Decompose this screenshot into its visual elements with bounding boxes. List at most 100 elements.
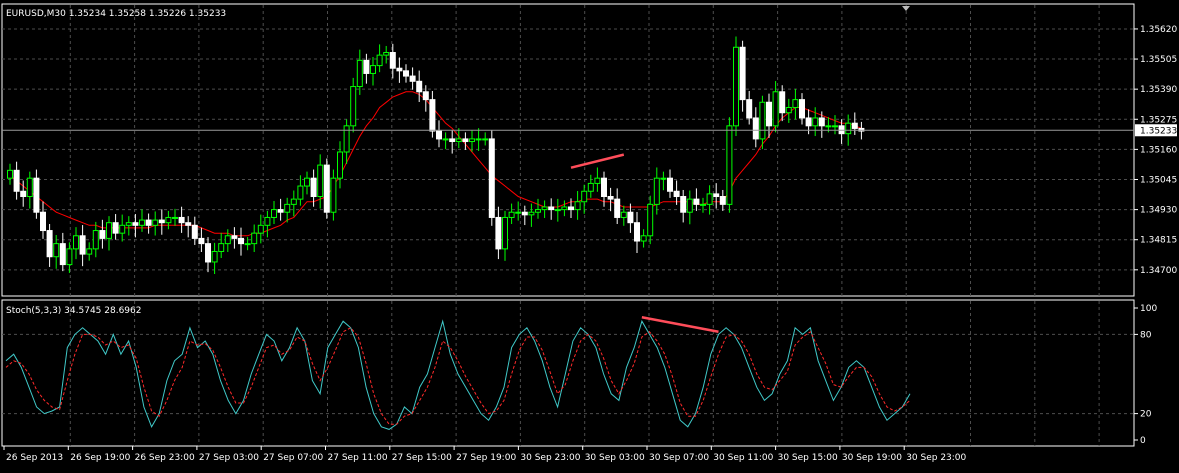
- bull-candle[interactable]: [554, 209, 561, 212]
- bear-candle[interactable]: [185, 222, 192, 226]
- bull-candle[interactable]: [733, 46, 739, 127]
- bear-candle[interactable]: [799, 99, 805, 119]
- bull-candle[interactable]: [26, 177, 33, 198]
- bull-candle[interactable]: [482, 138, 489, 141]
- bear-candle[interactable]: [713, 193, 720, 198]
- bear-candle[interactable]: [46, 230, 53, 258]
- bear-candle[interactable]: [818, 117, 825, 127]
- bull-candle[interactable]: [119, 224, 126, 234]
- bear-candle[interactable]: [495, 216, 502, 250]
- bull-candle[interactable]: [535, 209, 541, 213]
- bull-candle[interactable]: [297, 185, 304, 200]
- bear-candle[interactable]: [191, 224, 198, 239]
- bull-candle[interactable]: [337, 151, 343, 179]
- bull-candle[interactable]: [502, 216, 508, 250]
- bull-candle[interactable]: [620, 211, 627, 218]
- bull-candle[interactable]: [574, 201, 581, 211]
- bull-candle[interactable]: [284, 203, 291, 213]
- bear-candle[interactable]: [779, 91, 786, 114]
- bull-candle[interactable]: [257, 224, 264, 234]
- bear-candle[interactable]: [205, 243, 211, 263]
- bear-candle[interactable]: [198, 237, 205, 245]
- bear-candle[interactable]: [389, 52, 396, 69]
- bull-candle[interactable]: [594, 177, 601, 184]
- bear-candle[interactable]: [667, 177, 673, 192]
- bear-candle[interactable]: [20, 190, 27, 198]
- bear-candle[interactable]: [132, 222, 139, 226]
- bull-candle[interactable]: [92, 230, 99, 250]
- bear-candle[interactable]: [33, 177, 40, 213]
- bull-candle[interactable]: [271, 209, 277, 218]
- bull-candle[interactable]: [528, 211, 535, 216]
- bull-candle[interactable]: [660, 177, 667, 180]
- bear-candle[interactable]: [145, 219, 152, 226]
- bull-candle[interactable]: [343, 125, 350, 153]
- bull-candle[interactable]: [640, 235, 647, 242]
- bull-candle[interactable]: [350, 86, 357, 127]
- bull-candle[interactable]: [356, 59, 363, 88]
- bull-candle[interactable]: [317, 164, 324, 198]
- bull-candle[interactable]: [330, 177, 337, 213]
- bull-candle[interactable]: [700, 203, 706, 206]
- bull-candle[interactable]: [165, 216, 172, 224]
- bull-candle[interactable]: [832, 125, 838, 128]
- bull-candle[interactable]: [218, 243, 225, 252]
- bull-candle[interactable]: [541, 206, 548, 211]
- bull-candle[interactable]: [785, 106, 792, 114]
- bull-candle[interactable]: [792, 99, 799, 108]
- bear-candle[interactable]: [403, 70, 409, 77]
- bull-candle[interactable]: [812, 117, 819, 127]
- bear-candle[interactable]: [323, 164, 330, 213]
- bull-candle[interactable]: [172, 216, 178, 219]
- bear-candle[interactable]: [627, 211, 634, 224]
- bull-candle[interactable]: [508, 211, 515, 218]
- bear-candle[interactable]: [158, 219, 165, 224]
- bear-candle[interactable]: [79, 235, 86, 255]
- bear-candle[interactable]: [634, 222, 640, 242]
- bear-candle[interactable]: [462, 138, 469, 143]
- bear-candle[interactable]: [719, 196, 726, 205]
- bull-candle[interactable]: [139, 219, 145, 226]
- bull-candle[interactable]: [66, 248, 73, 266]
- bull-candle[interactable]: [251, 232, 258, 245]
- bear-candle[interactable]: [310, 177, 317, 198]
- bear-candle[interactable]: [231, 235, 238, 239]
- bull-candle[interactable]: [442, 138, 449, 141]
- bull-candle[interactable]: [706, 193, 713, 205]
- bull-candle[interactable]: [726, 125, 733, 205]
- bear-candle[interactable]: [521, 211, 528, 216]
- bear-candle[interactable]: [838, 125, 845, 135]
- bear-candle[interactable]: [488, 138, 495, 218]
- bear-candle[interactable]: [363, 59, 370, 74]
- bull-candle[interactable]: [515, 211, 522, 214]
- bull-candle[interactable]: [53, 243, 60, 258]
- bull-candle[interactable]: [211, 250, 218, 263]
- bear-candle[interactable]: [436, 130, 442, 140]
- bull-candle[interactable]: [455, 138, 462, 143]
- bear-candle[interactable]: [673, 190, 680, 198]
- bull-candle[interactable]: [653, 177, 660, 205]
- bear-candle[interactable]: [851, 122, 858, 129]
- bull-candle[interactable]: [772, 91, 779, 127]
- bull-candle[interactable]: [7, 169, 13, 179]
- bull-candle[interactable]: [383, 52, 390, 56]
- bull-candle[interactable]: [561, 206, 568, 211]
- bull-candle[interactable]: [370, 65, 376, 74]
- bear-candle[interactable]: [13, 169, 20, 192]
- bear-candle[interactable]: [277, 209, 284, 213]
- bear-candle[interactable]: [422, 91, 429, 101]
- bear-candle[interactable]: [568, 206, 574, 211]
- bull-candle[interactable]: [376, 54, 383, 67]
- bull-candle[interactable]: [304, 177, 310, 187]
- bull-candle[interactable]: [73, 235, 79, 250]
- bear-candle[interactable]: [601, 177, 607, 198]
- bull-candle[interactable]: [469, 138, 475, 143]
- bull-candle[interactable]: [686, 198, 693, 213]
- bear-candle[interactable]: [607, 196, 614, 200]
- chart-window[interactable]: 1.35620 1.35505 1.35390 1.35275 1.35160 1.350…: [0, 0, 1179, 469]
- bear-candle[interactable]: [805, 117, 812, 127]
- bear-candle[interactable]: [416, 80, 423, 93]
- bull-candle[interactable]: [759, 101, 766, 140]
- bull-candle[interactable]: [290, 198, 297, 205]
- bear-candle[interactable]: [614, 198, 621, 218]
